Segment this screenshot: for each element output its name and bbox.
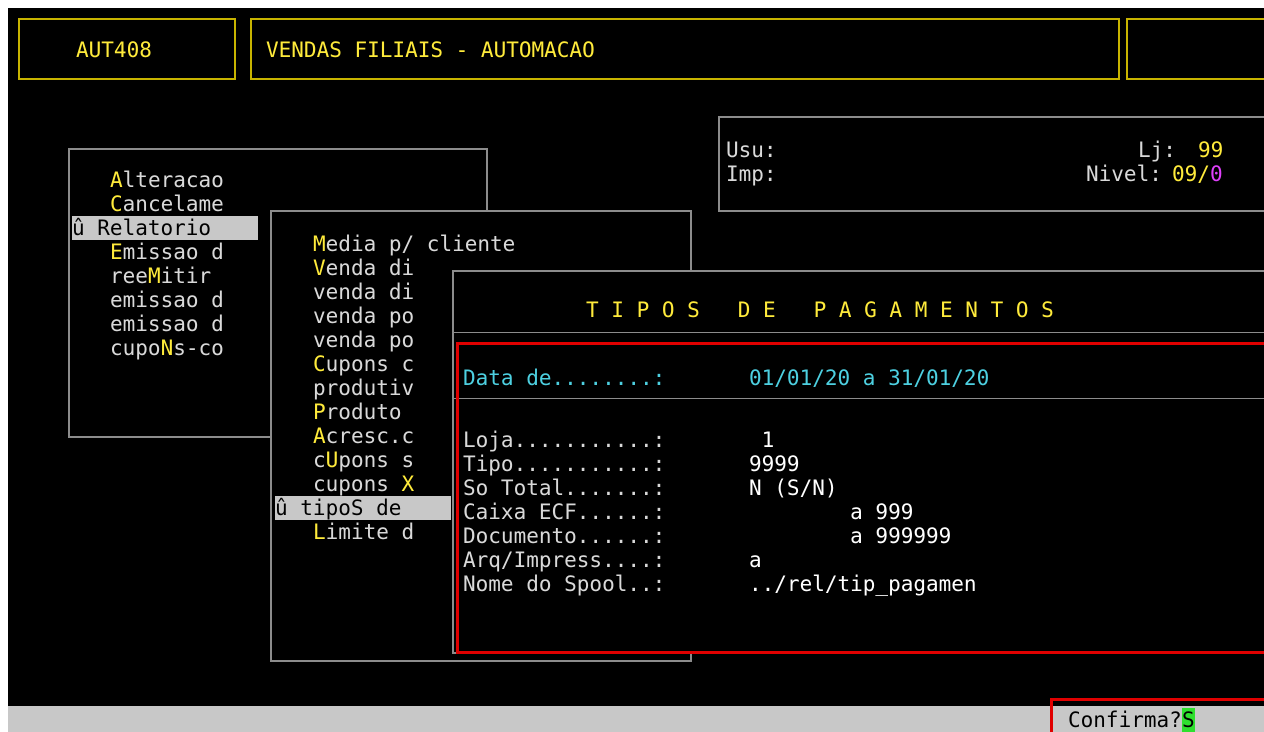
menu-item[interactable]: emissao d: [110, 312, 224, 336]
menu-hotkey: A: [110, 168, 123, 192]
menu-hotkey: X: [401, 472, 415, 496]
printer-label: Imp:: [726, 162, 777, 186]
terminal-screen: AUT408 VENDAS FILIAIS - AUTOMACAO Usu: I…: [8, 8, 1264, 732]
program-code-box: AUT408: [18, 18, 236, 80]
menu-hotkey: M: [147, 264, 161, 288]
menu-hotkey: L: [313, 520, 326, 544]
menu-item[interactable]: venda po: [313, 304, 414, 328]
confirm-input[interactable]: S: [1182, 708, 1195, 732]
menu-hotkey: U: [325, 448, 339, 472]
header-extra-box: [1126, 18, 1264, 80]
menu-hotkey: M: [313, 232, 326, 256]
menu-item[interactable]: Limite d: [313, 520, 414, 544]
menu-hotkey: E: [110, 240, 123, 264]
menu-item[interactable]: cupoNs-co: [110, 336, 224, 360]
dialog-title: T I P O S D E P A G A M E N T O S: [586, 298, 1054, 322]
menu-item[interactable]: cUpons s: [313, 448, 414, 472]
menu-item[interactable]: produtiv: [313, 376, 414, 400]
program-code: AUT408: [76, 38, 152, 62]
menu-item[interactable]: venda di: [313, 280, 414, 304]
menu-hotkey: A: [313, 424, 326, 448]
confirm-label: Confirma?: [1068, 708, 1182, 732]
user-info-box: Usu: Imp: Lj: 99 Nivel: 09/0: [718, 116, 1264, 212]
menu-item[interactable]: Venda di: [313, 256, 414, 280]
program-title: VENDAS FILIAIS - AUTOMACAO: [266, 38, 595, 62]
menu-item[interactable]: Cupons c: [313, 352, 414, 376]
level-label: Nivel:: [1086, 162, 1162, 186]
menu-item[interactable]: Alteracao: [110, 168, 224, 192]
menu-item[interactable]: Media p/ cliente: [313, 232, 516, 256]
menu-item[interactable]: Acresc.c: [313, 424, 414, 448]
menu-item[interactable]: Cancelame: [110, 192, 224, 216]
dialog-title-separator: [454, 332, 1264, 334]
menu-item[interactable]: emissao d: [110, 288, 224, 312]
user-label: Usu:: [726, 138, 777, 162]
menu-item[interactable]: venda po: [313, 328, 414, 352]
menu-hotkey: P: [313, 400, 326, 424]
menu-item[interactable]: cupons X: [313, 472, 414, 496]
dialog-highlight-frame: [456, 342, 1264, 654]
program-title-box: VENDAS FILIAIS - AUTOMACAO: [250, 18, 1120, 80]
menu-hotkey: C: [110, 192, 123, 216]
menu-item[interactable]: reeMitir: [110, 264, 211, 288]
menu-hotkey: V: [313, 256, 326, 280]
menu-item[interactable]: û Relatorio: [72, 216, 258, 240]
store-label: Lj:: [1138, 138, 1176, 162]
menu-hotkey: N: [160, 336, 174, 360]
store-value: 99: [1198, 138, 1224, 162]
menu-item[interactable]: Produto: [313, 400, 402, 424]
menu-hotkey: C: [313, 352, 326, 376]
level-value: 09/0: [1172, 162, 1223, 186]
menu-item[interactable]: û tipoS de: [275, 496, 451, 520]
menu-item[interactable]: Emissao d: [110, 240, 224, 264]
